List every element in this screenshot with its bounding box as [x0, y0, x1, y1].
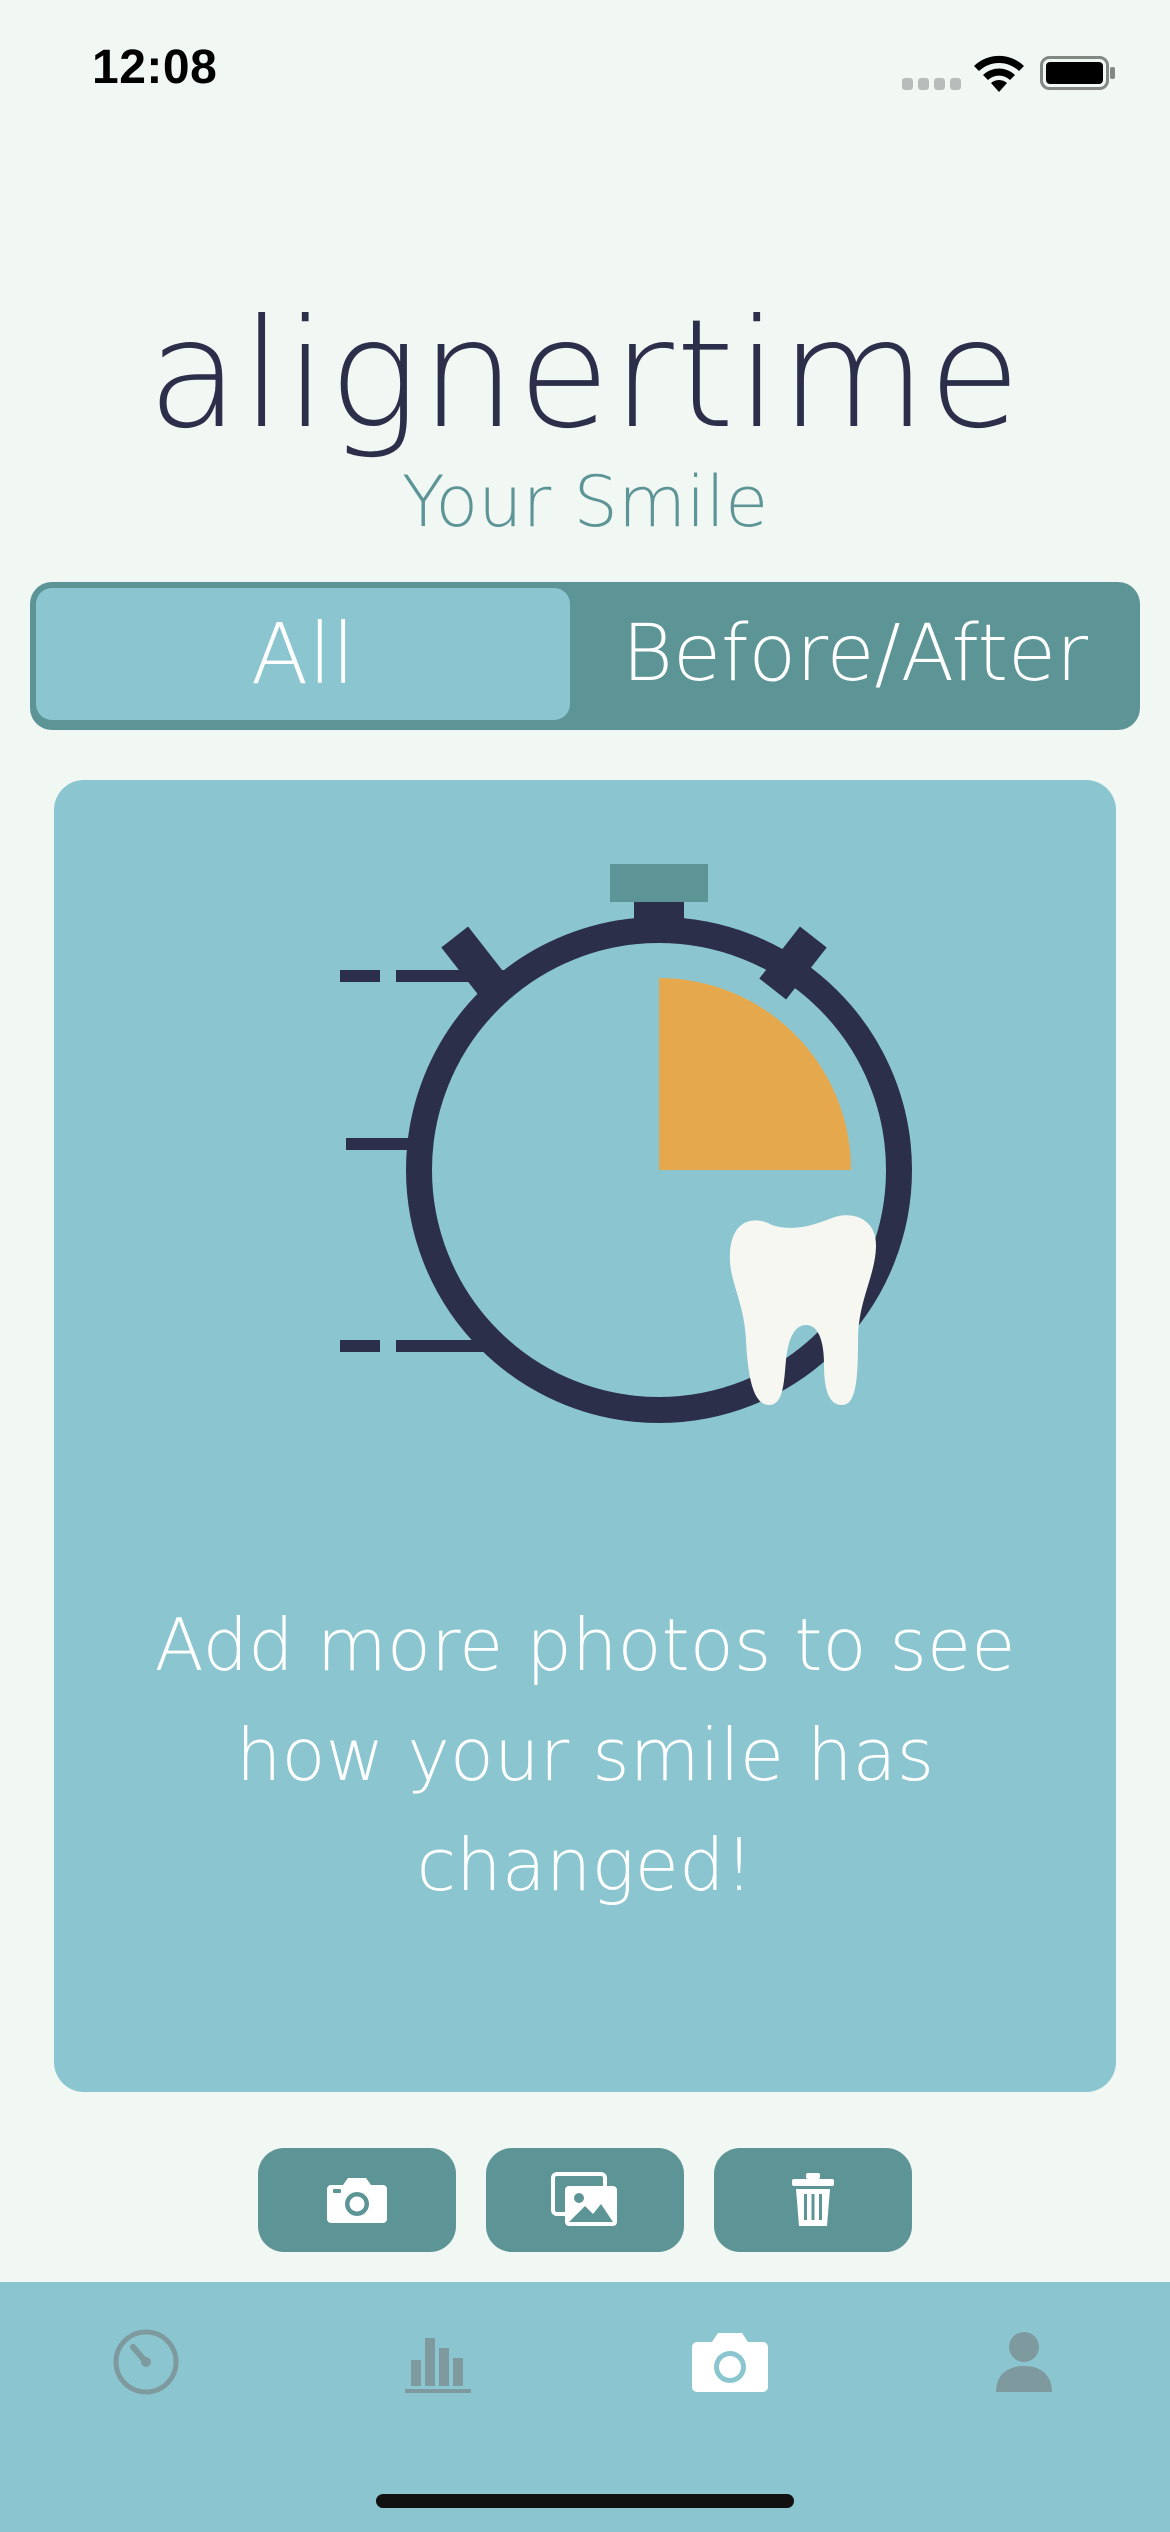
stopwatch-tooth-illustration [284, 820, 924, 1460]
cellular-signal-icon [902, 78, 962, 90]
tab-profile[interactable] [974, 2312, 1074, 2412]
photo-gallery-icon [551, 2172, 617, 2226]
trash-icon [792, 2173, 834, 2226]
app-title: alignertime [147, 288, 1023, 462]
take-photo-button[interactable] [258, 2148, 456, 2252]
camera-icon [327, 2178, 387, 2223]
empty-state-message: Add more photos to see how your smile ha… [154, 1603, 1016, 1907]
camera-icon [692, 2333, 768, 2392]
timer-icon [113, 2329, 179, 2395]
segment-all[interactable]: All [36, 588, 570, 720]
empty-state-card: Add more photos to see how your smile ha… [54, 780, 1116, 2092]
segment-before-after[interactable]: Before/After [576, 588, 1134, 720]
photo-library-button[interactable] [486, 2148, 684, 2252]
tab-progress[interactable] [388, 2312, 488, 2412]
bar-chart-icon [405, 2338, 471, 2393]
tab-bar [0, 2282, 1170, 2532]
home-indicator [376, 2494, 794, 2508]
delete-photo-button[interactable] [714, 2148, 912, 2252]
battery-icon [1040, 56, 1116, 90]
tab-photos[interactable] [680, 2312, 780, 2412]
segmented-control: All Before/After [30, 582, 1140, 730]
profile-icon [996, 2332, 1052, 2392]
page-subtitle: Your Smile [401, 461, 769, 543]
status-time: 12:08 [92, 41, 218, 94]
tab-timer[interactable] [96, 2312, 196, 2412]
wifi-icon [970, 52, 1028, 94]
